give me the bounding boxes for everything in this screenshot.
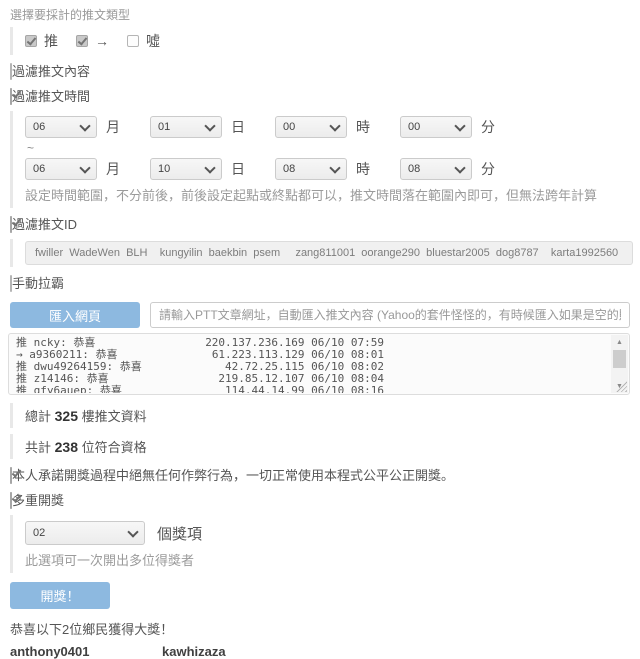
filter-content-row[interactable]: 過濾推文內容 [10, 61, 630, 80]
from-minute-select[interactable]: 00 [400, 116, 472, 138]
month-unit-label: 月 [106, 159, 120, 179]
from-month-select[interactable]: 06 [25, 116, 97, 138]
filter-id-row[interactable]: 過濾推文ID [10, 214, 630, 233]
import-row: 匯入網頁 [10, 302, 630, 328]
push-checkbox-label: 推 [44, 31, 58, 51]
push-line: 推 qfy6auep: 恭喜 114.44.14.99 06/10 08:16 [16, 385, 384, 393]
push-content-textarea[interactable]: 推 ncky: 恭喜 220.137.236.169 06/10 07:59 →… [8, 333, 630, 395]
push-checkbox[interactable] [25, 35, 37, 47]
filter-time-row[interactable]: 過濾推文時間 [10, 86, 630, 105]
time-range-hint: 設定時間範圍，不分前後，前後設定起點或終點都可以，推文時間落在範圍內即可，但無法… [25, 185, 630, 204]
fairness-promise-row[interactable]: 本人承諾開獎過程中絕無任何作弊行為，一切正常使用本程式公平公正開獎。 [10, 465, 630, 484]
filter-time-label: 過濾推文時間 [12, 89, 90, 104]
hour-unit-label: 時 [356, 159, 370, 179]
minute-unit-label: 分 [481, 159, 495, 179]
filter-id-label: 過濾推文ID [12, 217, 77, 232]
manual-slot-checkbox[interactable] [10, 275, 12, 292]
qualified-stat-block: 共計 238 位符合資格 [10, 434, 630, 459]
qualified-count: 238 [55, 439, 78, 455]
minute-unit-label: 分 [481, 117, 495, 137]
hour-unit-label: 時 [356, 117, 370, 137]
prize-unit-label: 個獎項 [157, 523, 202, 544]
day-unit-label: 日 [231, 117, 245, 137]
scroll-up-icon[interactable]: ▲ [611, 335, 628, 349]
filter-id-checkbox[interactable] [10, 216, 12, 233]
push-type-option-boo[interactable]: 噓 [127, 31, 160, 51]
multi-draw-checkbox[interactable] [10, 492, 12, 509]
filter-content-label: 過濾推文內容 [12, 64, 90, 79]
boo-checkbox-label: 噓 [146, 31, 160, 51]
chevron-down-icon [329, 162, 340, 173]
to-day-value: 10 [158, 163, 170, 175]
to-hour-select[interactable]: 08 [275, 158, 347, 180]
month-unit-label: 月 [106, 117, 120, 137]
winners-row: anthony0401 kawhizaza [10, 644, 630, 659]
from-minute-value: 00 [408, 121, 420, 133]
import-url-button[interactable]: 匯入網頁 [10, 302, 140, 328]
boo-checkbox[interactable] [127, 35, 139, 47]
fairness-promise-checkbox[interactable] [10, 467, 12, 484]
id-filter-input[interactable] [25, 241, 633, 265]
chevron-down-icon [454, 162, 465, 173]
manual-slot-row[interactable]: 手動拉霸 [10, 273, 630, 292]
manual-slot-label: 手動拉霸 [12, 276, 64, 291]
chevron-down-icon [204, 162, 215, 173]
chevron-down-icon [127, 526, 138, 537]
winner-name: anthony0401 [10, 644, 162, 659]
from-hour-value: 00 [283, 121, 295, 133]
result-message: 恭喜以下2位鄉民獲得大獎！ [10, 619, 630, 638]
arrow-checkbox[interactable] [76, 35, 88, 47]
to-minute-value: 08 [408, 163, 420, 175]
push-content-lines: 推 ncky: 恭喜 220.137.236.169 06/10 07:59 →… [10, 335, 610, 393]
push-type-option-push[interactable]: 推 [25, 31, 58, 51]
prize-count-select[interactable]: 02 [25, 521, 145, 545]
push-type-heading: 選擇要採計的推文類型 [10, 6, 630, 23]
to-month-value: 06 [33, 163, 45, 175]
prize-count-value: 02 [33, 527, 45, 539]
chevron-down-icon [454, 120, 465, 131]
from-hour-select[interactable]: 00 [275, 116, 347, 138]
from-day-value: 01 [158, 121, 170, 133]
scrollbar-thumb[interactable] [613, 350, 626, 368]
time-to-row: 06 月 10 日 08 時 08 [25, 158, 630, 180]
draw-button[interactable]: 開獎！ [10, 582, 110, 609]
total-stat-block: 總計 325 樓推文資料 [10, 403, 630, 428]
prize-count-block: 02 個獎項 此選項可一次開出多位得獎者 [10, 515, 630, 573]
arrow-checkbox-label: → [95, 33, 109, 49]
push-type-option-arrow[interactable]: → [76, 31, 109, 51]
time-range-separator: ~ [27, 141, 630, 155]
total-pushes-stat: 總計 325 樓推文資料 [13, 403, 630, 428]
to-hour-value: 08 [283, 163, 295, 175]
to-minute-select[interactable]: 08 [400, 158, 472, 180]
to-month-select[interactable]: 06 [25, 158, 97, 180]
chevron-down-icon [79, 162, 90, 173]
id-filter-block [10, 239, 630, 267]
filter-content-checkbox[interactable] [10, 63, 12, 80]
chevron-down-icon [329, 120, 340, 131]
prize-count-hint: 此選項可一次開出多位得獎者 [25, 550, 630, 569]
push-type-options: 推 → 噓 [10, 27, 630, 55]
chevron-down-icon [204, 120, 215, 131]
filter-time-checkbox[interactable] [10, 88, 12, 105]
multi-draw-row[interactable]: 多重開獎 [10, 490, 630, 509]
article-url-input[interactable] [150, 302, 630, 328]
day-unit-label: 日 [231, 159, 245, 179]
winner-name: kawhizaza [162, 644, 314, 659]
chevron-down-icon [79, 120, 90, 131]
time-from-row: 06 月 01 日 00 時 00 [25, 116, 630, 138]
ptt-lottery-form: 選擇要採計的推文類型 推 → 噓 過濾推文內容 過濾推文時間 06 [0, 0, 640, 659]
to-day-select[interactable]: 10 [150, 158, 222, 180]
from-day-select[interactable]: 01 [150, 116, 222, 138]
time-range-block: 06 月 01 日 00 時 00 [10, 111, 630, 208]
total-pushes-count: 325 [55, 408, 78, 424]
qualified-count-stat: 共計 238 位符合資格 [13, 434, 630, 459]
from-month-value: 06 [33, 121, 45, 133]
